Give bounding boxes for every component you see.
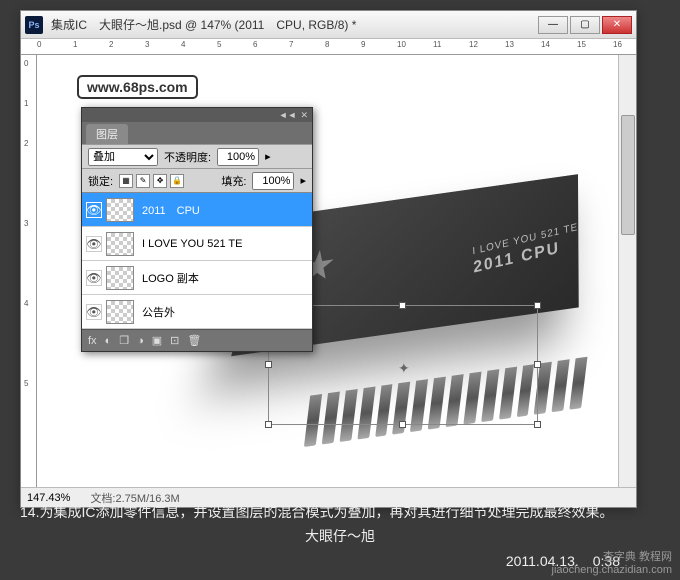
mask-icon[interactable]: ◐ <box>105 335 112 347</box>
scrollbar-thumb[interactable] <box>621 115 635 235</box>
layer-name[interactable]: I LOVE YOU 521 TE <box>138 238 308 250</box>
adjustment-icon[interactable]: ❐ <box>119 334 129 347</box>
lock-icons: ▦ ✎ ✥ 🔒 <box>119 174 184 188</box>
lock-trans-icon[interactable]: ▦ <box>119 174 133 188</box>
transform-handle-ml[interactable] <box>265 361 272 368</box>
ps-icon: Ps <box>25 16 43 34</box>
close-button[interactable]: ✕ <box>602 16 632 34</box>
transform-handle-tc[interactable] <box>399 302 406 309</box>
visibility-icon[interactable]: 👁 <box>86 270 102 286</box>
layer-name[interactable]: LOGO 副本 <box>138 270 308 286</box>
panel-footer: fx ◐ ❐ ◑ ▣ ⊡ 🗑 <box>82 329 312 351</box>
layer-item[interactable]: 👁 LOGO 副本 <box>82 261 312 295</box>
layer-thumbnail[interactable] <box>106 300 134 324</box>
group-icon[interactable]: ▣ <box>152 334 162 347</box>
transform-center-icon[interactable]: ✦ <box>398 360 410 377</box>
watermark: www.68ps.com <box>77 75 198 99</box>
layer-name[interactable]: 公告外 <box>138 304 308 320</box>
layers-panel: ◄◄ ✕ 图层 叠加 不透明度: ▸ 锁定: ▦ ✎ ✥ 🔒 <box>81 107 313 352</box>
transform-handle-mr[interactable] <box>534 361 541 368</box>
branding: 查字典 教程网 jiaocheng.chazidian.com <box>552 548 672 576</box>
title-bar: Ps 集成IC 大眼仔～旭.psd @ 147% (2011 CPU, RGB/… <box>21 11 636 39</box>
layer-thumbnail[interactable] <box>106 232 134 256</box>
instruction-body: 14.为集成IC添加零件信息，并设置图层的混合模式为叠加，再对其进行细节处理完成… <box>20 501 660 523</box>
fill-arrow-icon[interactable]: ▸ <box>300 174 306 187</box>
lock-all-icon[interactable]: 🔒 <box>170 174 184 188</box>
photoshop-window: Ps 集成IC 大眼仔～旭.psd @ 147% (2011 CPU, RGB/… <box>20 10 637 508</box>
layer-item[interactable]: 👁 2011 CPU <box>82 193 312 227</box>
new-layer-icon[interactable]: ⊡ <box>170 334 179 347</box>
layer-name[interactable]: 2011 CPU <box>138 202 308 218</box>
opacity-label: 不透明度: <box>164 149 211 165</box>
transform-handle-bl[interactable] <box>265 421 272 428</box>
minimize-button[interactable]: — <box>538 16 568 34</box>
visibility-icon[interactable]: 👁 <box>86 236 102 252</box>
branding-name: 查字典 教程网 <box>552 548 672 564</box>
blend-mode-select[interactable]: 叠加 <box>88 148 158 166</box>
main-container: Ps 集成IC 大眼仔～旭.psd @ 147% (2011 CPU, RGB/… <box>0 0 680 580</box>
lock-move-icon[interactable]: ✥ <box>153 174 167 188</box>
visibility-icon[interactable]: 👁 <box>86 202 102 218</box>
layer-thumbnail[interactable] <box>106 266 134 290</box>
branding-url: jiaocheng.chazidian.com <box>552 564 672 576</box>
panel-close-icon[interactable]: ✕ <box>300 110 308 121</box>
maximize-button[interactable]: ▢ <box>570 16 600 34</box>
transform-handle-bc[interactable] <box>399 421 406 428</box>
opacity-arrow-icon[interactable]: ▸ <box>265 150 271 163</box>
layer-thumbnail[interactable] <box>106 198 134 222</box>
transform-handle-tr[interactable] <box>534 302 541 309</box>
layer-item[interactable]: 👁 公告外 <box>82 295 312 329</box>
lock-row: 锁定: ▦ ✎ ✥ 🔒 填充: ▸ <box>82 168 312 192</box>
panel-collapse-icon[interactable]: ◄◄ <box>279 110 297 120</box>
window-controls: — ▢ ✕ <box>538 16 632 34</box>
fill-label: 填充: <box>221 173 246 189</box>
tab-layers[interactable]: 图层 <box>86 124 128 144</box>
layers-list: 👁 2011 CPU 👁 I LOVE YOU 521 TE 👁 LOGO 副本… <box>82 192 312 329</box>
transform-handle-br[interactable] <box>534 421 541 428</box>
window-title: 集成IC 大眼仔～旭.psd @ 147% (2011 CPU, RGB/8) … <box>51 16 538 33</box>
instruction-signature: 大眼仔～旭 <box>20 525 660 547</box>
fill-input[interactable] <box>252 172 294 190</box>
fx-icon[interactable]: fx <box>88 335 97 347</box>
lock-label: 锁定: <box>88 173 113 189</box>
panel-tabs: 图层 <box>82 122 312 144</box>
fill-layer-icon[interactable]: ◑ <box>137 335 144 347</box>
layer-item[interactable]: 👁 I LOVE YOU 521 TE <box>82 227 312 261</box>
lock-paint-icon[interactable]: ✎ <box>136 174 150 188</box>
ruler-horizontal: 0 1 2 3 4 5 6 7 8 9 10 11 12 13 14 15 16 <box>21 39 636 55</box>
ruler-vertical: 0 1 2 3 4 5 <box>21 55 37 495</box>
panel-titlebar[interactable]: ◄◄ ✕ <box>82 108 312 122</box>
delete-icon[interactable]: 🗑 <box>187 334 201 347</box>
blend-mode-row: 叠加 不透明度: ▸ <box>82 144 312 168</box>
visibility-icon[interactable]: 👁 <box>86 304 102 320</box>
opacity-input[interactable] <box>217 148 259 166</box>
scrollbar-vertical[interactable] <box>618 55 636 495</box>
